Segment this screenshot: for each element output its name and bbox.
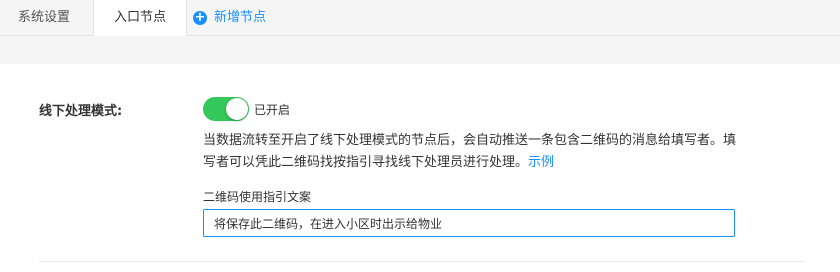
header-spacer [0, 36, 840, 64]
add-node-label: 新增节点 [214, 10, 267, 25]
plus-circle-icon: + [193, 10, 207, 25]
tab-entry-node[interactable]: 入口节点 [93, 0, 187, 37]
description-text: 当数据流转至开启了线下处理模式的节点后，会自动推送一条包含二维码的消息给填写者。… [203, 133, 737, 170]
tab-bar: 系统设置 入口节点 + 新增节点 [0, 0, 840, 37]
add-node-button[interactable]: + 新增节点 [193, 0, 266, 36]
toggle-knob [226, 98, 248, 120]
divider [39, 261, 805, 262]
toggle-status-text: 已开启 [254, 103, 291, 117]
offline-mode-toggle[interactable] [203, 97, 249, 121]
guide-text-label: 二维码使用指引文案 [203, 190, 312, 204]
offline-mode-description: 当数据流转至开启了线下处理模式的节点后，会自动推送一条包含二维码的消息给填写者。… [203, 130, 743, 174]
offline-mode-label: 线下处理模式: [39, 104, 123, 119]
guide-text-input[interactable] [203, 209, 735, 237]
settings-card: 线下处理模式: 已开启 当数据流转至开启了线下处理模式的节点后，会自动推送一条包… [0, 64, 840, 272]
example-link[interactable]: 示例 [528, 155, 554, 170]
tab-system-settings[interactable]: 系统设置 [18, 0, 70, 36]
